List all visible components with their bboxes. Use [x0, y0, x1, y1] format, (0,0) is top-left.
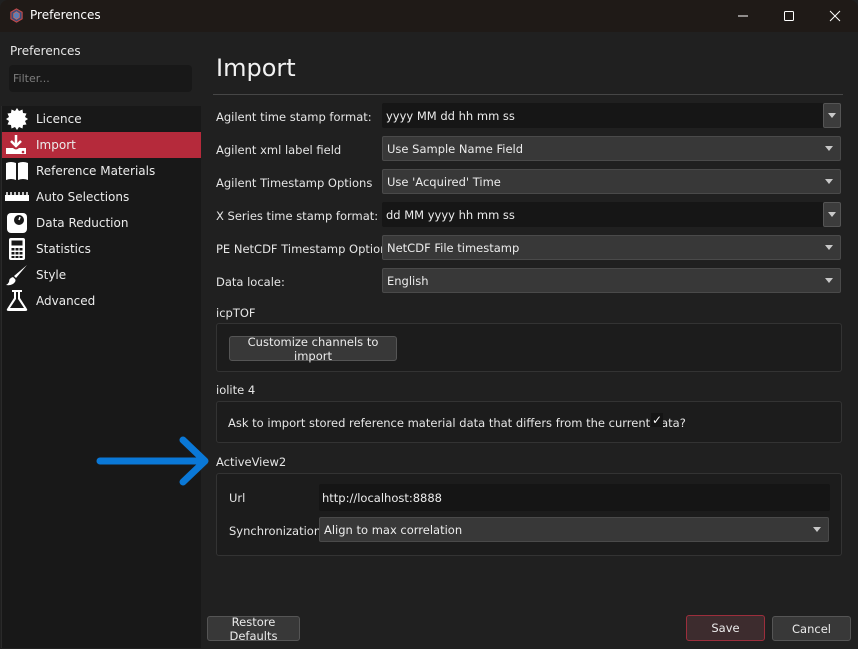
combo-value: Align to max correlation	[324, 522, 463, 537]
icptof-group-title: icpTOF	[216, 306, 256, 320]
sidebar-item-auto-selections[interactable]: Auto Selections	[2, 184, 201, 210]
url-input[interactable]	[319, 484, 830, 511]
iolite-group-title: iolite 4	[216, 383, 256, 397]
combo-value: yyyy MM dd hh mm ss	[386, 108, 515, 123]
sidebar-item-data-reduction[interactable]: Data Reduction	[2, 210, 201, 236]
sidebar-list: Licence Import Reference Materials Auto …	[1, 106, 201, 648]
dropdown-button[interactable]	[820, 236, 838, 259]
minimize-button[interactable]	[720, 0, 766, 32]
import-reference-material-checkbox-label: Ask to import stored reference material …	[228, 416, 686, 430]
brush-icon	[4, 263, 30, 287]
sidebar-item-label: Reference Materials	[36, 164, 156, 178]
maximize-button[interactable]	[766, 0, 812, 32]
agilent-timestamp-format-combo[interactable]: yyyy MM dd hh mm ss	[382, 103, 841, 128]
chevron-down-icon	[828, 212, 836, 217]
preferences-window: Preferences Licence Import Reference Mat…	[0, 32, 858, 649]
agilent-timestamp-options-select[interactable]: Use 'Acquired' Time	[382, 169, 841, 194]
combo-value: Use Sample Name Field	[387, 141, 524, 156]
chevron-down-icon	[813, 527, 821, 532]
annotation-arrow-icon	[96, 436, 209, 486]
minimize-icon	[738, 15, 748, 17]
maximize-icon	[784, 11, 794, 21]
dropdown-button[interactable]	[823, 103, 841, 128]
activeview2-group-title: ActiveView2	[216, 455, 287, 469]
data-locale-label: Data locale:	[216, 275, 285, 289]
sidebar-item-label: Licence	[36, 112, 82, 126]
import-reference-material-checkbox[interactable]: ✓	[651, 413, 663, 427]
sidebar-item-statistics[interactable]: Statistics	[2, 236, 201, 262]
dropdown-button[interactable]	[820, 137, 838, 160]
sidebar-item-label: Advanced	[36, 294, 96, 308]
sidebar-item-label: Auto Selections	[36, 190, 130, 204]
dropdown-button[interactable]	[808, 518, 826, 541]
sidebar-item-import[interactable]: Import	[2, 132, 201, 158]
sidebar-item-label: Import	[36, 138, 76, 152]
dropdown-button[interactable]	[823, 202, 841, 227]
filter-input[interactable]	[9, 65, 192, 92]
title-divider	[213, 94, 843, 95]
agilent-xml-label-field-select[interactable]: Use Sample Name Field	[382, 136, 841, 161]
dropdown-button[interactable]	[820, 170, 838, 193]
close-icon	[829, 10, 841, 22]
page-title: Import	[216, 54, 296, 82]
sidebar-item-label: Data Reduction	[36, 216, 129, 230]
download-icon	[4, 133, 30, 157]
scale-icon	[4, 211, 30, 235]
chevron-down-icon	[828, 113, 836, 118]
restore-defaults-button[interactable]: Restore Defaults	[207, 615, 300, 643]
synchronization-select[interactable]: Align to max correlation	[319, 517, 829, 542]
customize-channels-button[interactable]: Customize channels to import	[229, 335, 397, 363]
pe-netcdf-timestamp-options-select[interactable]: NetCDF File timestamp	[382, 235, 841, 260]
xseries-timestamp-format-label: X Series time stamp format:	[216, 209, 379, 223]
close-button[interactable]	[812, 0, 858, 32]
xseries-timestamp-format-combo[interactable]: dd MM yyyy hh mm ss	[382, 202, 841, 227]
sidebar-item-reference-materials[interactable]: Reference Materials	[2, 158, 201, 184]
synchronization-label: Synchronization	[229, 524, 322, 538]
chevron-down-icon	[825, 245, 833, 250]
agilent-timestamp-options-label: Agilent Timestamp Options	[216, 176, 373, 190]
pe-netcdf-timestamp-options-label: PE NetCDF Timestamp Options	[216, 242, 394, 256]
sidebar-item-advanced[interactable]: Advanced	[2, 288, 201, 314]
url-label: Url	[229, 491, 246, 505]
save-button[interactable]: Save	[686, 615, 765, 641]
combo-value: English	[387, 273, 429, 288]
sidebar-item-licence[interactable]: Licence	[2, 106, 201, 132]
calculator-icon	[4, 237, 30, 261]
app-logo-icon	[10, 8, 23, 23]
combo-value: dd MM yyyy hh mm ss	[386, 207, 515, 222]
sidebar-title: Preferences	[10, 44, 81, 58]
badge-icon	[4, 107, 30, 131]
cancel-button[interactable]: Cancel	[772, 616, 851, 641]
agilent-timestamp-format-label: Agilent time stamp format:	[216, 110, 372, 124]
chevron-down-icon	[825, 146, 833, 151]
sidebar-item-style[interactable]: Style	[2, 262, 201, 288]
title-bar: Preferences	[0, 0, 858, 32]
combo-value: NetCDF File timestamp	[387, 240, 520, 255]
agilent-xml-label-field-label: Agilent xml label field	[216, 143, 342, 157]
window-title: Preferences	[30, 8, 101, 22]
sidebar-item-label: Style	[36, 268, 67, 282]
book-icon	[4, 159, 30, 183]
combo-value: Use 'Acquired' Time	[387, 174, 501, 189]
chevron-down-icon	[825, 278, 833, 283]
dropdown-button[interactable]	[820, 269, 838, 292]
chevron-down-icon	[825, 179, 833, 184]
ruler-icon	[4, 185, 30, 209]
data-locale-select[interactable]: English	[382, 268, 841, 293]
sidebar-item-label: Statistics	[36, 242, 91, 256]
flask-icon	[4, 289, 30, 313]
